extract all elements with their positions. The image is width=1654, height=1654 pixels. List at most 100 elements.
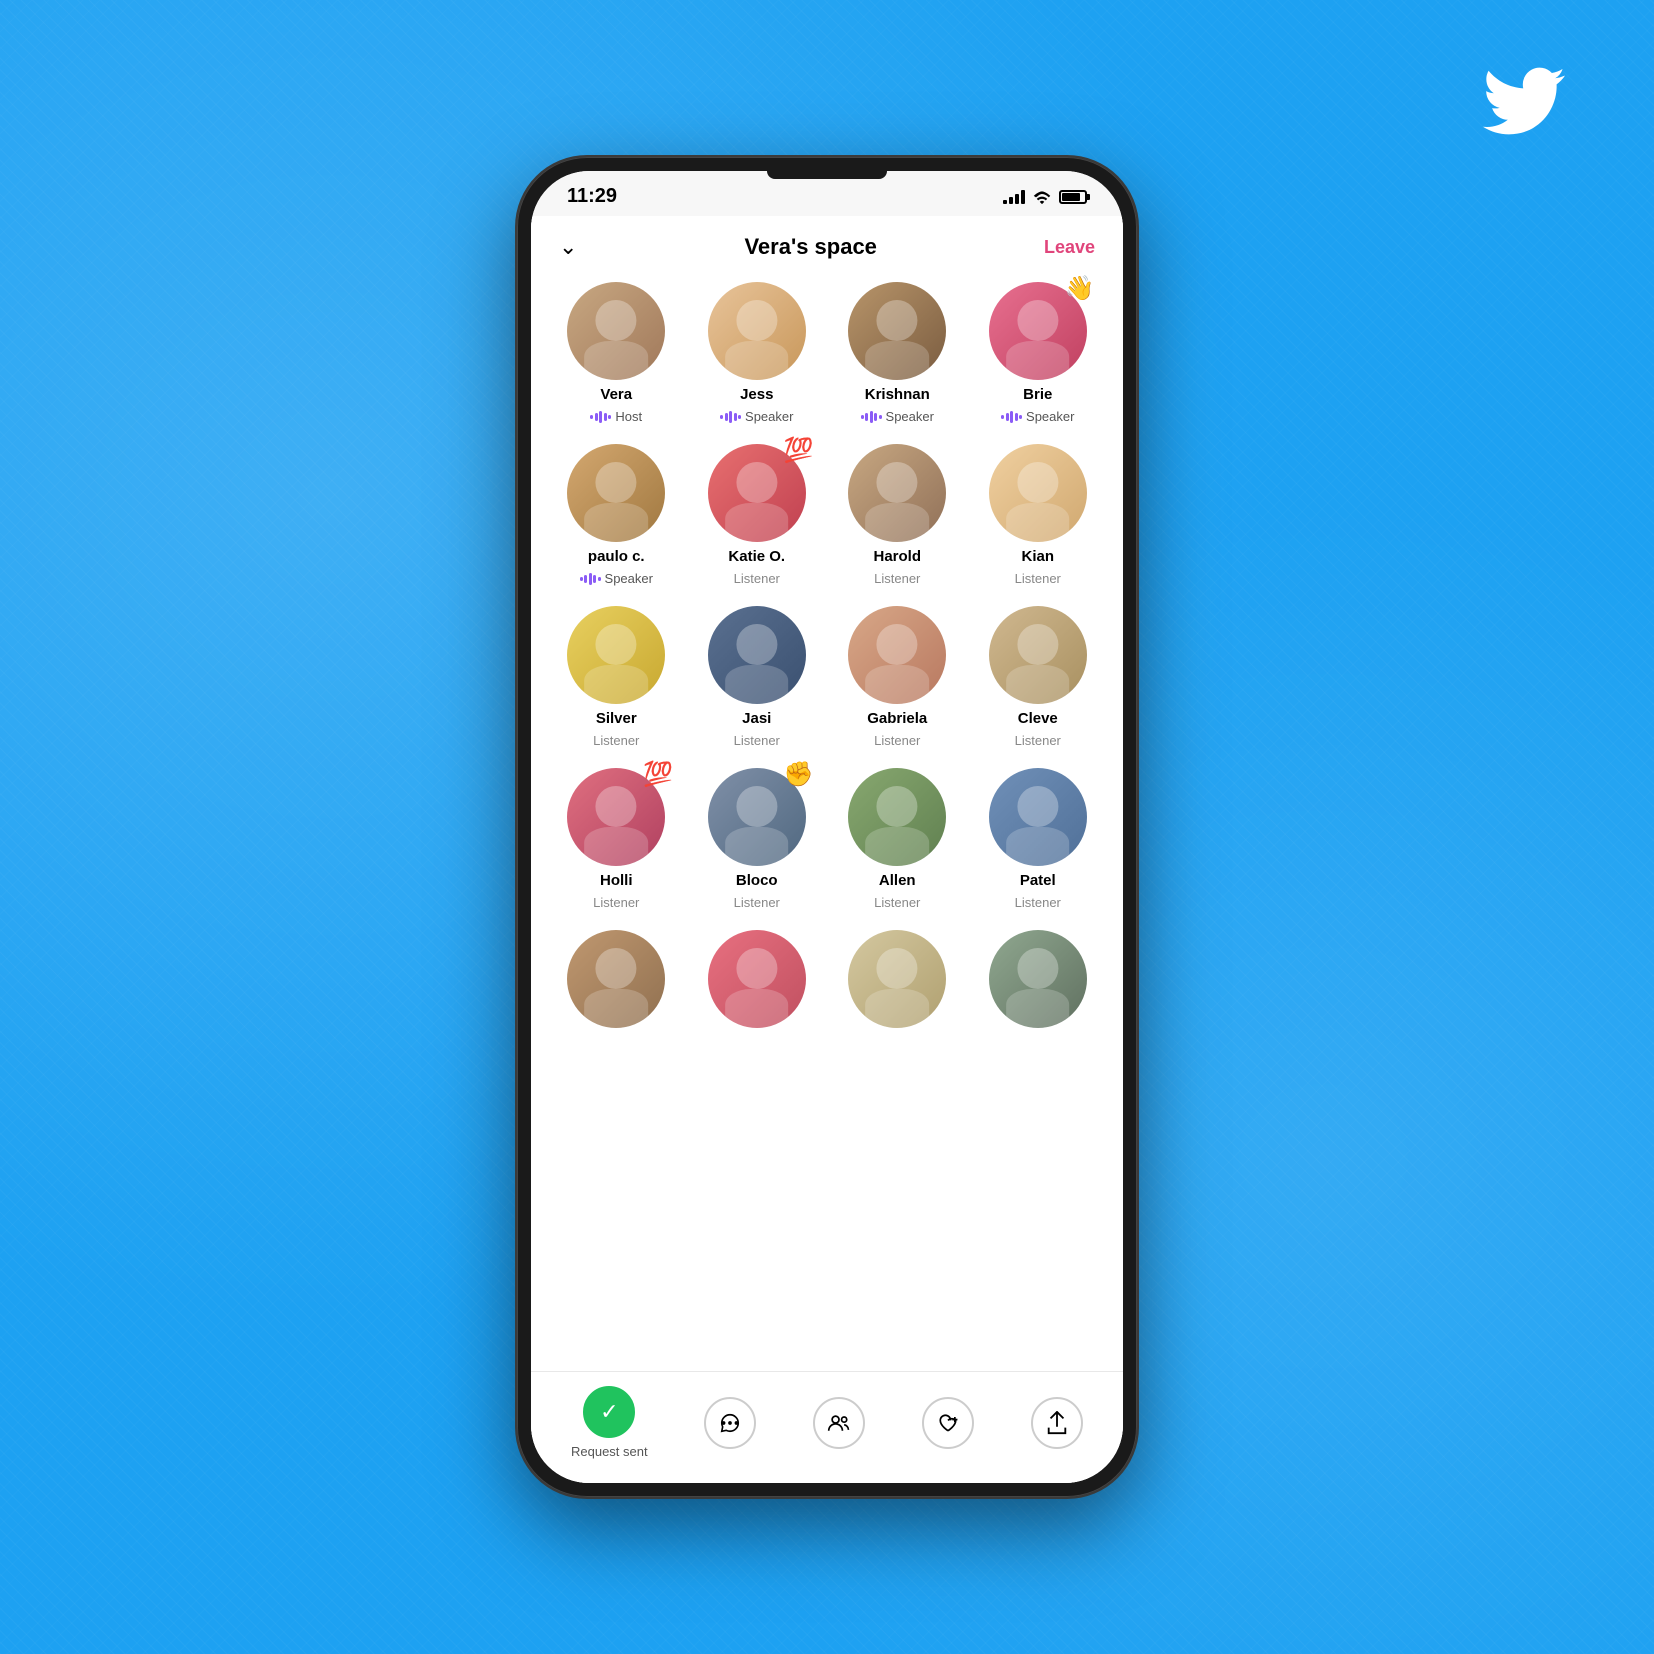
avatar-p20 [989, 930, 1087, 1028]
role-krishnan: Speaker [861, 409, 934, 424]
avatar-p19 [848, 930, 946, 1028]
name-silver: Silver [596, 710, 637, 727]
participant-p20[interactable] [973, 930, 1104, 1028]
participant-jasi[interactable]: Jasi Listener [692, 606, 823, 748]
participant-jess[interactable]: Jess Speaker [692, 282, 823, 424]
chevron-down-button[interactable]: ⌄ [559, 234, 577, 260]
status-icons [1003, 190, 1087, 204]
wifi-icon [1033, 190, 1051, 204]
request-sent-button[interactable]: ✓ [583, 1386, 635, 1438]
participant-p17[interactable] [551, 930, 682, 1028]
participant-kian[interactable]: Kian Listener [973, 444, 1104, 586]
battery-icon [1059, 190, 1087, 204]
status-time: 11:29 [567, 185, 617, 208]
participant-cleve[interactable]: Cleve Listener [973, 606, 1104, 748]
role-holli: Listener [593, 895, 639, 910]
avatar-container-silver [567, 606, 665, 704]
chat-action[interactable] [704, 1397, 756, 1449]
participant-p19[interactable] [832, 930, 963, 1028]
avatar-container-p18 [708, 930, 806, 1028]
check-icon: ✓ [600, 1399, 618, 1425]
avatar-person-jasi [708, 606, 806, 704]
avatar-person-krishnan [848, 282, 946, 380]
name-kian: Kian [1021, 548, 1054, 565]
avatar-person-paulo [567, 444, 665, 542]
notch [767, 171, 887, 179]
avatar-silver [567, 606, 665, 704]
avatar-jasi [708, 606, 806, 704]
role-silver: Listener [593, 733, 639, 748]
avatar-kian [989, 444, 1087, 542]
avatar-person-harold [848, 444, 946, 542]
emoji-overlay-bloco: ✊ [784, 760, 814, 789]
avatar-person-p19 [848, 930, 946, 1028]
mic-icon-krishnan [861, 410, 882, 424]
avatar-person-kian [989, 444, 1087, 542]
participant-katie[interactable]: 💯 Katie O. Listener [692, 444, 823, 586]
avatar-allen [848, 768, 946, 866]
role-brie: Speaker [1001, 409, 1074, 424]
follow-icon [936, 1412, 960, 1434]
avatar-person-cleve [989, 606, 1087, 704]
participant-p18[interactable] [692, 930, 823, 1028]
avatar-p18 [708, 930, 806, 1028]
avatar-person-vera [567, 282, 665, 380]
mic-icon-paulo [580, 572, 601, 586]
people-action[interactable] [813, 1397, 865, 1449]
role-paulo: Speaker [580, 571, 653, 586]
participant-bloco[interactable]: ✊ Bloco Listener [692, 768, 823, 910]
name-gabriela: Gabriela [867, 710, 927, 727]
emoji-overlay-katie: 💯 [784, 436, 814, 465]
mic-icon-jess [720, 410, 741, 424]
participant-krishnan[interactable]: Krishnan Speaker [832, 282, 963, 424]
avatar-patel [989, 768, 1087, 866]
avatar-container-gabriela [848, 606, 946, 704]
share-action[interactable] [1031, 1397, 1083, 1449]
participant-silver[interactable]: Silver Listener [551, 606, 682, 748]
follow-action[interactable] [922, 1397, 974, 1449]
participant-brie[interactable]: 👋 Brie Speaker [973, 282, 1104, 424]
avatar-container-vera [567, 282, 665, 380]
avatar-person-gabriela [848, 606, 946, 704]
avatar-container-cleve [989, 606, 1087, 704]
participants-grid: Vera Host Jess [551, 282, 1103, 1028]
participant-harold[interactable]: Harold Listener [832, 444, 963, 586]
signal-bars-icon [1003, 190, 1025, 204]
request-sent-action[interactable]: ✓ Request sent [571, 1386, 648, 1459]
avatar-container-paulo [567, 444, 665, 542]
follow-button[interactable] [922, 1397, 974, 1449]
participant-paulo[interactable]: paulo c. Speaker [551, 444, 682, 586]
avatar-gabriela [848, 606, 946, 704]
people-button[interactable] [813, 1397, 865, 1449]
avatar-paulo [567, 444, 665, 542]
avatar-jess [708, 282, 806, 380]
chat-icon [719, 1412, 741, 1434]
role-jasi: Listener [734, 733, 780, 748]
participant-patel[interactable]: Patel Listener [973, 768, 1104, 910]
role-allen: Listener [874, 895, 920, 910]
participant-holli[interactable]: 💯 Holli Listener [551, 768, 682, 910]
space-title: Vera's space [744, 234, 876, 260]
emoji-overlay-holli: 💯 [643, 760, 673, 789]
name-cleve: Cleve [1018, 710, 1058, 727]
avatar-harold [848, 444, 946, 542]
avatar-container-jasi [708, 606, 806, 704]
participant-gabriela[interactable]: Gabriela Listener [832, 606, 963, 748]
name-harold: Harold [873, 548, 921, 565]
avatar-person-jess [708, 282, 806, 380]
mic-icon-vera [590, 410, 611, 424]
participant-allen[interactable]: Allen Listener [832, 768, 963, 910]
request-sent-label: Request sent [571, 1444, 648, 1459]
app-content: ⌄ Vera's space Leave Vera [531, 216, 1123, 1483]
participant-vera[interactable]: Vera Host [551, 282, 682, 424]
avatar-krishnan [848, 282, 946, 380]
participants-scroll[interactable]: Vera Host Jess [531, 272, 1123, 1371]
avatar-cleve [989, 606, 1087, 704]
bottom-bar: ✓ Request sent [531, 1371, 1123, 1483]
name-patel: Patel [1020, 872, 1056, 889]
share-button[interactable] [1031, 1397, 1083, 1449]
role-kian: Listener [1015, 571, 1061, 586]
chat-button[interactable] [704, 1397, 756, 1449]
name-paulo: paulo c. [588, 548, 645, 565]
leave-button[interactable]: Leave [1044, 237, 1095, 258]
